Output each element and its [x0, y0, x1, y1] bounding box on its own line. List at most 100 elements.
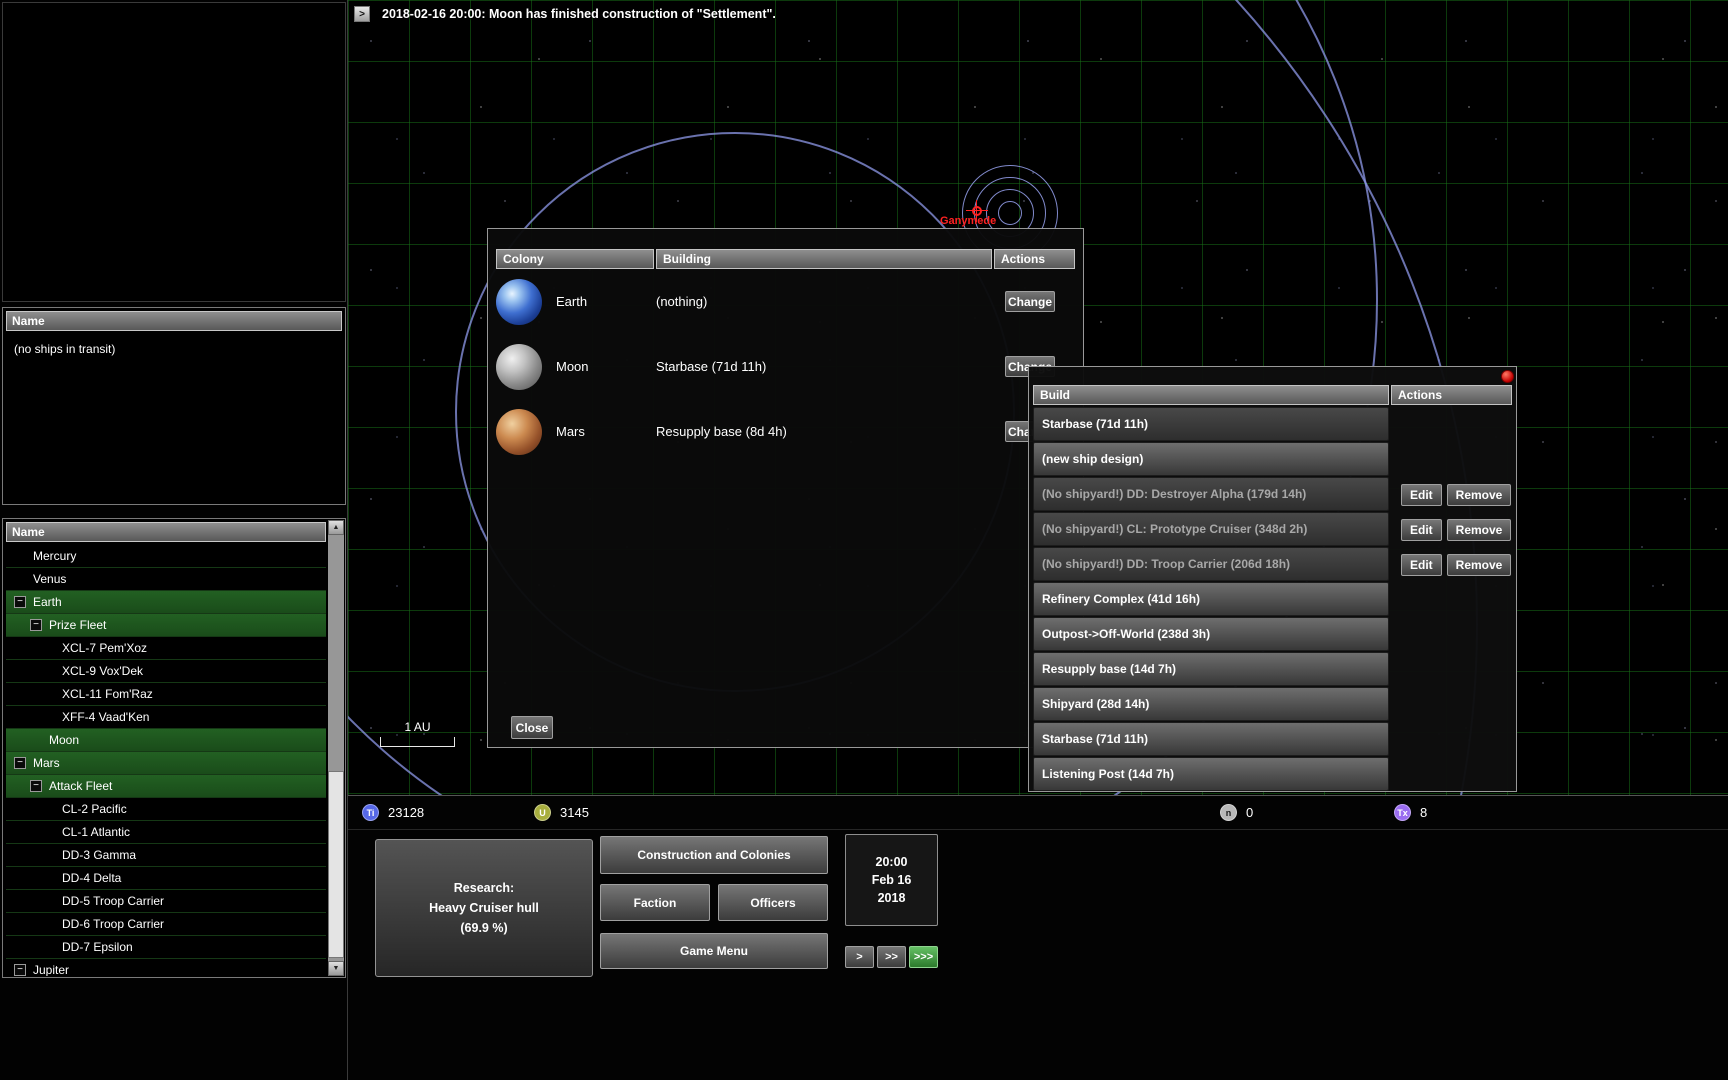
moon-planet-icon — [496, 344, 542, 390]
build-item-actions — [1391, 582, 1512, 617]
remove-button[interactable]: Remove — [1447, 519, 1512, 541]
scroll-down-button[interactable]: ▼ — [328, 961, 344, 976]
tree-item-label: DD-7 Epsilon — [62, 940, 133, 954]
actions-column-header: Actions — [994, 249, 1075, 269]
tree-item[interactable]: DD-4 Delta — [6, 867, 326, 890]
tree-item[interactable]: −Mars — [6, 752, 326, 775]
top-left-panel — [2, 2, 346, 302]
tree-item[interactable]: Moon — [6, 729, 326, 752]
colony-name: Mars — [556, 424, 656, 439]
build-item-label: Starbase (71d 11h) — [1042, 417, 1148, 431]
tree-item[interactable]: CL-2 Pacific — [6, 798, 326, 821]
build-item-label: Starbase (71d 11h) — [1042, 732, 1148, 746]
scale-line — [380, 737, 455, 747]
edit-button[interactable]: Edit — [1401, 484, 1442, 506]
tree-item[interactable]: −Earth — [6, 591, 326, 614]
map-scale: 1 AU — [380, 720, 455, 747]
resource-ti: Ti23128 — [362, 804, 424, 821]
collapse-icon[interactable]: − — [30, 619, 42, 631]
build-item[interactable]: Shipyard (28d 14h) — [1033, 687, 1389, 721]
change-button[interactable]: Change — [1005, 291, 1055, 312]
officers-button[interactable]: Officers — [718, 884, 828, 921]
scroll-thumb[interactable] — [328, 771, 344, 958]
tree-item[interactable]: DD-7 Epsilon — [6, 936, 326, 959]
build-item[interactable]: Resupply base (14d 7h) — [1033, 652, 1389, 686]
collapse-icon[interactable]: − — [30, 780, 42, 792]
build-item[interactable]: Outpost->Off-World (238d 3h) — [1033, 617, 1389, 651]
building-column-header: Building — [656, 249, 992, 269]
tree-item[interactable]: −Prize Fleet — [6, 614, 326, 637]
collapse-icon[interactable]: − — [14, 964, 26, 976]
tree-item[interactable]: XFF-4 Vaad'Ken — [6, 706, 326, 729]
collapse-icon[interactable]: − — [14, 596, 26, 608]
time-advance-2-button[interactable]: >> — [877, 946, 906, 968]
message-expand-button[interactable]: > — [354, 6, 370, 22]
tree-item[interactable]: DD-5 Troop Carrier — [6, 890, 326, 913]
remove-button[interactable]: Remove — [1447, 554, 1512, 576]
tree-item-label: Venus — [33, 572, 66, 586]
resource-value: 23128 — [388, 805, 424, 820]
game-menu-button[interactable]: Game Menu — [600, 933, 828, 969]
colony-row: MoonStarbase (71d 11h)Change — [496, 334, 1075, 399]
build-item-actions: EditRemove — [1391, 477, 1512, 512]
time-advance-3-button[interactable]: >>> — [909, 946, 938, 968]
build-item[interactable]: (new ship design) — [1033, 442, 1389, 476]
build-item[interactable]: (No shipyard!) DD: Destroyer Alpha (179d… — [1033, 477, 1389, 511]
resource-value: 3145 — [560, 805, 589, 820]
build-item[interactable]: Refinery Complex (41d 16h) — [1033, 582, 1389, 616]
tree-item[interactable]: Venus — [6, 568, 326, 591]
close-button[interactable]: Close — [511, 716, 553, 739]
tree-item[interactable]: DD-3 Gamma — [6, 844, 326, 867]
build-item-actions — [1391, 722, 1512, 757]
build-item[interactable]: (No shipyard!) CL: Prototype Cruiser (34… — [1033, 512, 1389, 546]
faction-button[interactable]: Faction — [600, 884, 710, 921]
resource-n: n0 — [1220, 804, 1253, 821]
build-item-actions — [1391, 652, 1512, 687]
build-item[interactable]: Starbase (71d 11h) — [1033, 407, 1389, 441]
tree-item-label: Moon — [49, 733, 79, 747]
build-item-label: (No shipyard!) CL: Prototype Cruiser (34… — [1042, 522, 1307, 536]
scroll-up-button[interactable]: ▲ — [328, 520, 344, 535]
transit-panel-header: Name — [6, 311, 342, 331]
tree-item[interactable]: XCL-11 Fom'Raz — [6, 683, 326, 706]
transit-empty-text: (no ships in transit) — [3, 334, 345, 364]
collapse-icon[interactable]: − — [14, 757, 26, 769]
research-progress: (69.9 %) — [460, 921, 507, 935]
build-item-label: Listening Post (14d 7h) — [1042, 767, 1174, 781]
tree-item[interactable]: CL-1 Atlantic — [6, 821, 326, 844]
build-item-label: Shipyard (28d 14h) — [1042, 697, 1149, 711]
colony-dialog: Colony Building Actions Earth(nothing)Ch… — [487, 228, 1084, 748]
time-advance-1-button[interactable]: > — [845, 946, 874, 968]
construction-and-colonies-button[interactable]: Construction and Colonies — [600, 836, 828, 874]
tree-item[interactable]: −Jupiter — [6, 959, 326, 976]
build-item[interactable]: (No shipyard!) DD: Troop Carrier (206d 1… — [1033, 547, 1389, 581]
tree-item[interactable]: DD-6 Troop Carrier — [6, 913, 326, 936]
tree-item[interactable]: XCL-9 Vox'Dek — [6, 660, 326, 683]
tree-scrollbar[interactable]: ▲ ▼ — [328, 520, 344, 976]
tree-item-label: Mars — [33, 756, 60, 770]
build-item[interactable]: Listening Post (14d 7h) — [1033, 757, 1389, 791]
n-mineral-icon: n — [1220, 804, 1237, 821]
build-item-label: (new ship design) — [1042, 452, 1143, 466]
tree-item-label: Earth — [33, 595, 62, 609]
edit-button[interactable]: Edit — [1401, 554, 1442, 576]
sidebar: Name (no ships in transit) Name MercuryV… — [0, 0, 348, 1080]
colony-row: Earth(nothing)Change — [496, 269, 1075, 334]
edit-button[interactable]: Edit — [1401, 519, 1442, 541]
tree-item[interactable]: Mercury — [6, 545, 326, 568]
research-panel[interactable]: Research: Heavy Cruiser hull (69.9 %) — [375, 839, 593, 977]
build-item-actions: EditRemove — [1391, 512, 1512, 547]
build-item[interactable]: Starbase (71d 11h) — [1033, 722, 1389, 756]
tree-item-label: XCL-9 Vox'Dek — [62, 664, 143, 678]
tree-item-label: DD-3 Gamma — [62, 848, 136, 862]
colony-row: MarsResupply base (8d 4h)Change — [496, 399, 1075, 464]
close-dialog-icon[interactable] — [1501, 370, 1514, 383]
remove-button[interactable]: Remove — [1447, 484, 1512, 506]
tree-item[interactable]: XCL-7 Pem'Xoz — [6, 637, 326, 660]
build-item-actions: EditRemove — [1391, 547, 1512, 582]
tree-item[interactable]: −Attack Fleet — [6, 775, 326, 798]
current-year: 2018 — [878, 891, 906, 905]
mars-planet-icon — [496, 409, 542, 455]
build-item-label: (No shipyard!) DD: Troop Carrier (206d 1… — [1042, 557, 1290, 571]
build-item-actions — [1391, 407, 1512, 442]
